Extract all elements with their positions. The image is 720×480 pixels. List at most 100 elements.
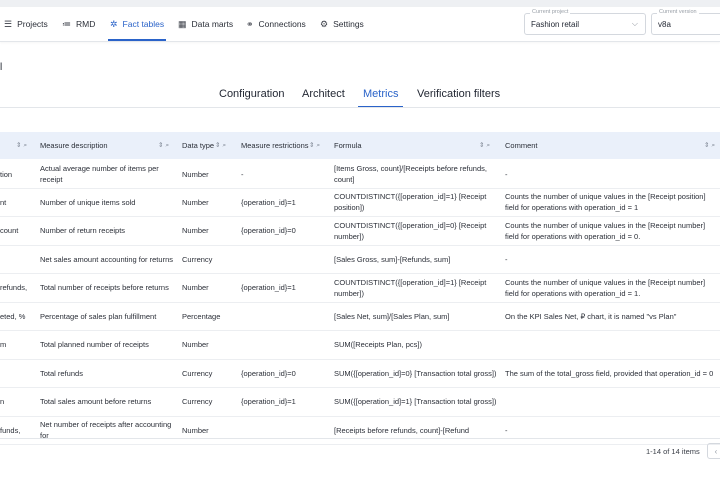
top-navbar: ☰ Projects ≔ RMD ✲ Fact tables ▦ Data ma… (0, 7, 720, 42)
cell-formula: [Sales Gross, sum]-[Refunds, sum] (334, 254, 451, 264)
sort-filter-icons[interactable]: ⇕⌕ (158, 141, 171, 151)
cell-comment: - (505, 169, 508, 179)
cell-type: Currency (182, 254, 213, 264)
cell-formula: SUM({[operation_id]=0} [Transaction tota… (334, 368, 497, 378)
cell-restr (241, 302, 331, 330)
cell-restr (241, 245, 331, 273)
cell-comment: Counts the number of unique values in th… (505, 192, 706, 212)
top-strip (0, 0, 720, 7)
cell-desc: Actual average number of items per recei… (40, 164, 159, 184)
cell-type: Number (182, 197, 209, 207)
nav-item-label: Projects (17, 19, 48, 29)
cell-restr: {operation_id}=1 (241, 197, 296, 207)
cell-c0: tion (0, 169, 13, 179)
cell-type: Currency (182, 368, 213, 378)
settings-icon: ⚙ (320, 18, 329, 29)
nav-item-connections[interactable]: ⚭ Connections (246, 7, 306, 41)
chevron-down-icon: ⌵ (631, 19, 638, 28)
nav-item-rmd[interactable]: ≔ RMD (62, 7, 95, 41)
cell-desc: Net sales amount accounting for returns (40, 254, 173, 264)
cell-restr (241, 330, 331, 359)
cell-formula: SUM({[operation_id]=1} [Transaction tota… (334, 397, 497, 406)
cell-type: Number (182, 226, 209, 235)
sort-filter-icons[interactable]: ⇕⌕ (215, 141, 228, 151)
sort-filter-icons[interactable]: ⇕⌕ (309, 141, 322, 151)
column-header-restrictions[interactable]: Measure restrictions (241, 132, 311, 159)
table-row[interactable]: count Number of return receipts Number {ope… (0, 216, 720, 246)
nav-item-label: Data marts (191, 19, 234, 29)
sort-filter-icons[interactable]: ⇕⌕ (16, 141, 29, 151)
pagination-summary: 1-14 of 14 items (646, 447, 700, 456)
table-row[interactable]: tion Actual average number of items per r… (0, 160, 720, 189)
cell-comment (505, 387, 717, 416)
cell-c0 (0, 245, 36, 273)
cell-formula: COUNTDISTINCT({[operation_id]=0} [Receip… (334, 220, 487, 241)
cell-comment: Counts the number of unique values in th… (505, 277, 706, 298)
table-row[interactable]: refunds, Total number of receipts before … (0, 273, 720, 303)
data-marts-icon: ▦ (178, 18, 187, 29)
cell-formula: [Sales Net, sum]/[Sales Plan, sum] (334, 311, 450, 321)
rmd-icon: ≔ (62, 18, 71, 29)
nav-item-label: Fact tables (122, 19, 165, 29)
cell-formula: SUM([Receipts Plan, pcs]) (334, 340, 422, 349)
cell-desc: Total sales amount before returns (40, 397, 152, 406)
tab-metrics[interactable]: Metrics (357, 88, 404, 108)
cell-formula: COUNTDISTINCT({[operation_id]=1} [Receip… (334, 277, 487, 298)
table-row[interactable]: Total refunds Currency {operation_id}=0 SUM… (0, 359, 720, 388)
cell-restr: {operation_id}=1 (241, 283, 296, 292)
nav-item-settings[interactable]: ⚙ Settings (320, 7, 364, 41)
fact-tables-icon: ✲ (110, 18, 118, 29)
table-header: ⇕⌕ Measure description ⇕⌕ Data type ⇕⌕ M… (0, 132, 720, 159)
nav-item-label: Settings (333, 19, 364, 29)
cell-comment: Counts the number of unique values in th… (505, 220, 706, 241)
cell-type: Number (182, 340, 209, 349)
projects-icon: ☰ (4, 18, 13, 29)
table-row[interactable]: Net sales amount accounting for returns C… (0, 245, 720, 274)
table-row[interactable]: n Total sales amount before returns Curren… (0, 387, 720, 417)
tab-divider (0, 107, 720, 108)
nav-item-label: Connections (258, 19, 306, 29)
nav-item-data-marts[interactable]: ▦ Data marts (178, 7, 233, 41)
current-version-select[interactable]: Current version v8a (651, 9, 720, 35)
column-header-name[interactable]: ⇕⌕ (0, 132, 34, 159)
cell-restr: {operation_id}=1 (241, 397, 296, 406)
tab-configuration[interactable]: Configuration (219, 88, 284, 106)
nav-item-projects[interactable]: ☰ Projects (4, 7, 48, 41)
table-row[interactable]: eted, % Percentage of sales plan fulfillm… (0, 302, 720, 331)
cell-formula: COUNTDISTINCT({[operation_id]=1} [Receip… (334, 192, 487, 212)
cell-desc: Total planned number of receipts (40, 340, 149, 349)
prev-page-button[interactable]: ‹ (707, 443, 720, 459)
cell-comment: - (505, 254, 508, 264)
column-header-description[interactable]: Measure description (40, 132, 160, 159)
cell-type: Number (182, 169, 209, 179)
sort-filter-icons[interactable]: ⇕⌕ (479, 141, 492, 151)
cell-restr: - (241, 169, 244, 179)
column-header-comment[interactable]: Comment (505, 132, 685, 159)
nav-item-label: RMD (76, 19, 96, 29)
cell-restr: {operation_id}=0 (241, 368, 296, 378)
column-header-formula[interactable]: Formula (334, 132, 474, 159)
cell-restr: {operation_id}=0 (241, 226, 296, 235)
current-version-label: Current version (657, 9, 699, 15)
cell-comment: On the KPI Sales Net, ₽ chart, it is nam… (505, 311, 677, 321)
cell-desc: Number of unique items sold (40, 197, 136, 207)
table-row[interactable]: nt Number of unique items sold Number {oper… (0, 188, 720, 217)
cell-type: Number (182, 283, 209, 292)
tab-architect[interactable]: Architect (302, 88, 345, 106)
cell-desc: Number of return receipts (40, 226, 126, 235)
cell-desc: Total refunds (40, 368, 83, 378)
table-row[interactable]: m Total planned number of receipts Number S… (0, 330, 720, 360)
cell-c0: eted, % (0, 311, 26, 321)
tab-verification-filters[interactable]: Verification filters (417, 88, 500, 106)
current-project-select[interactable]: Current project Fashion retail ⌵ (524, 9, 646, 35)
cell-type: Currency (182, 397, 213, 406)
cell-c0: n (0, 397, 5, 406)
nav-item-fact-tables[interactable]: ✲ Fact tables (107, 7, 167, 41)
cell-comment: The sum of the total_gross field, provid… (505, 368, 714, 378)
cell-desc: Total number of receipts before returns (40, 283, 169, 292)
cell-c0: count (0, 226, 19, 235)
cell-formula: [Items Gross, count]/[Receipts before re… (334, 164, 487, 184)
tab-bar: Configuration Architect Metrics Verifica… (0, 88, 720, 108)
cell-c0: m (0, 340, 7, 349)
sort-filter-icons[interactable]: ⇕⌕ (704, 141, 717, 151)
